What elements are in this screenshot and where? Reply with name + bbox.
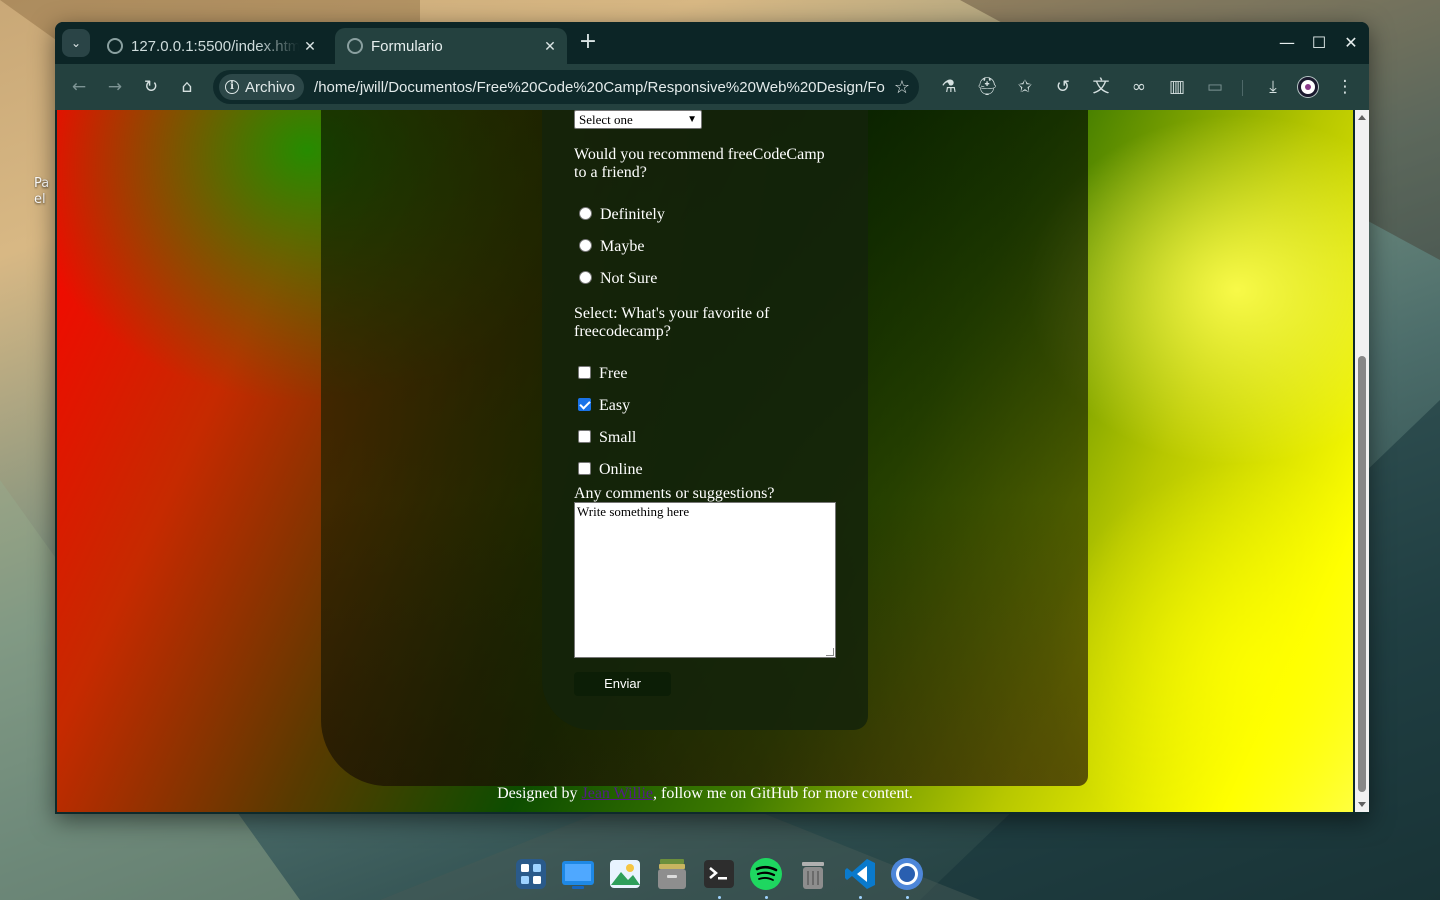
- radio-option-not-sure[interactable]: Not Sure: [579, 270, 657, 288]
- checkbox[interactable]: [578, 462, 591, 475]
- site-info-chip[interactable]: i Archivo: [219, 74, 305, 100]
- comments-text: Write something here: [577, 504, 690, 519]
- checkbox-option-small[interactable]: Small: [578, 429, 636, 447]
- vertical-scrollbar[interactable]: [1355, 110, 1369, 812]
- url-text[interactable]: /home/jwill/Documentos/Free%20Code%20Cam…: [314, 79, 885, 96]
- profile-avatar[interactable]: [1298, 77, 1318, 97]
- address-bar[interactable]: i Archivo /home/jwill/Documentos/Free%20…: [213, 70, 919, 104]
- plus-icon[interactable]: +: [575, 30, 601, 56]
- resize-handle-icon[interactable]: [826, 648, 834, 656]
- chrome-icon[interactable]: [884, 851, 930, 899]
- arrow-left-icon[interactable]: ←: [64, 72, 94, 102]
- comments-label: Any comments or suggestions?: [574, 485, 775, 502]
- browser-toolbar: ← → ↻ ⌂ i Archivo /home/jwill/Documentos…: [55, 64, 1369, 110]
- reload-icon[interactable]: ↻: [136, 72, 166, 102]
- favorite-question: Select: What's your favorite of freecode…: [574, 305, 770, 340]
- image-viewer-icon[interactable]: [602, 851, 648, 897]
- select-value: Select one: [579, 112, 633, 127]
- recommend-question: Would you recommend freeCodeCamp to a fr…: [574, 146, 825, 181]
- trash-icon[interactable]: [790, 851, 836, 897]
- checkbox-option-free[interactable]: Free: [578, 365, 627, 383]
- side-panel-icon[interactable]: ▥: [1162, 72, 1192, 102]
- star-icon[interactable]: ☆: [885, 77, 919, 98]
- close-window-icon[interactable]: ✕: [1335, 30, 1367, 56]
- author-link[interactable]: Jean Willie: [582, 785, 653, 802]
- close-icon[interactable]: ✕: [299, 38, 321, 55]
- radio-button[interactable]: [579, 271, 592, 284]
- checkbox-label: Online: [599, 461, 643, 478]
- arrow-right-icon[interactable]: →: [100, 72, 130, 102]
- tab-title: Formulario: [371, 37, 443, 55]
- checkbox[interactable]: [578, 430, 591, 443]
- history-icon[interactable]: ↺: [1048, 72, 1078, 102]
- radio-button[interactable]: [579, 207, 592, 220]
- scroll-down-icon[interactable]: [1358, 802, 1366, 807]
- checkbox-label: Free: [599, 365, 628, 382]
- checkbox-option-online[interactable]: Online: [578, 461, 643, 479]
- radio-label: Not Sure: [600, 270, 658, 287]
- info-icon: i: [225, 80, 239, 94]
- terminal-icon[interactable]: [696, 851, 742, 899]
- scroll-up-icon[interactable]: [1358, 115, 1366, 120]
- star-plus-icon[interactable]: ✩: [1010, 72, 1040, 102]
- spotify-icon[interactable]: [743, 851, 789, 899]
- chevron-down-icon: ▼: [687, 114, 697, 125]
- toolbar-divider: [1242, 80, 1243, 96]
- flask-icon[interactable]: ⚗: [934, 72, 964, 102]
- tab-title: 127.0.0.1:5500/index.htm: [131, 37, 299, 55]
- checkbox-option-easy[interactable]: Easy: [578, 397, 630, 415]
- radio-option-definitely[interactable]: Definitely: [579, 206, 665, 224]
- checkbox[interactable]: [578, 366, 591, 379]
- close-icon[interactable]: ✕: [539, 38, 561, 55]
- link-icon[interactable]: ∞: [1124, 72, 1154, 102]
- footer-suffix: , follow me on GitHub for more content.: [652, 785, 913, 802]
- submit-button[interactable]: Enviar: [574, 672, 671, 696]
- tab-formulario[interactable]: Formulario ✕: [335, 28, 567, 64]
- incognito-icon[interactable]: ⛑: [972, 72, 1002, 102]
- radio-option-maybe[interactable]: Maybe: [579, 238, 644, 256]
- radio-label: Definitely: [600, 206, 665, 223]
- download-icon[interactable]: ⤓: [1258, 72, 1288, 102]
- radio-label: Maybe: [600, 238, 645, 255]
- comments-textarea[interactable]: Write something here: [574, 502, 836, 658]
- checkbox-label: Small: [599, 429, 637, 446]
- page-viewport: Select one ▼ Would you recommend freeCod…: [57, 110, 1353, 812]
- desktop-icon[interactable]: [555, 851, 601, 897]
- minimize-icon[interactable]: —: [1271, 30, 1303, 56]
- vscode-icon[interactable]: [837, 851, 883, 899]
- checkbox-label: Easy: [599, 397, 631, 414]
- tab-index[interactable]: 127.0.0.1:5500/index.htm ✕: [95, 28, 327, 64]
- radio-button[interactable]: [579, 239, 592, 252]
- globe-icon: [107, 38, 123, 54]
- page-footer: Designed by Jean Willie, follow me on Gi…: [57, 785, 1353, 803]
- files-icon[interactable]: [649, 851, 695, 897]
- translate-icon[interactable]: 文: [1086, 72, 1116, 102]
- maximize-icon[interactable]: ☐: [1303, 30, 1335, 56]
- dock: [508, 850, 932, 899]
- globe-icon: [347, 38, 363, 54]
- desktop-file-label[interactable]: Pa el: [34, 176, 56, 208]
- home-icon[interactable]: ⌂: [172, 72, 202, 102]
- footer-prefix: Designed by: [497, 785, 582, 802]
- browser-window: ⌄ 127.0.0.1:5500/index.htm ✕ Formulario …: [55, 22, 1369, 814]
- checkbox-checked[interactable]: [578, 398, 591, 411]
- scroll-thumb[interactable]: [1358, 356, 1366, 792]
- apps-grid-icon[interactable]: [508, 851, 554, 897]
- tab-strip: ⌄ 127.0.0.1:5500/index.htm ✕ Formulario …: [55, 22, 1369, 64]
- dropdown-select[interactable]: Select one ▼: [574, 110, 702, 129]
- security-chip-label: Archivo: [245, 78, 296, 96]
- chevron-down-icon[interactable]: ⌄: [62, 29, 90, 57]
- kebab-menu-icon[interactable]: ⋮: [1330, 72, 1360, 102]
- devices-icon[interactable]: ▭: [1200, 72, 1230, 102]
